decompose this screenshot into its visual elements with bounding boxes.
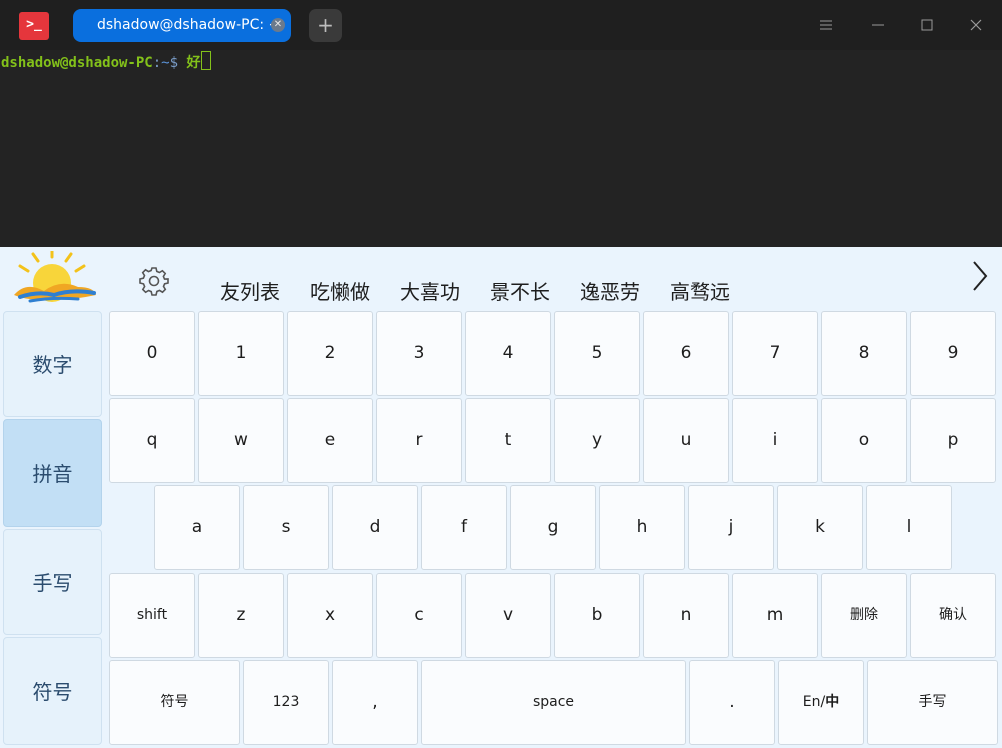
key-o[interactable]: o [821, 398, 907, 483]
key-6[interactable]: 6 [643, 311, 729, 396]
prompt-path: ~ [161, 55, 170, 71]
key-j[interactable]: j [688, 485, 774, 570]
key-1[interactable]: 1 [198, 311, 284, 396]
key-w[interactable]: w [198, 398, 284, 483]
key-k[interactable]: k [777, 485, 863, 570]
key-z[interactable]: z [198, 573, 284, 658]
prompt-user: dshadow@dshadow-PC [1, 55, 153, 71]
tab-terminal[interactable]: dshadow@dshadow-PC: ~ ✕ [73, 9, 291, 42]
key-4[interactable]: 4 [465, 311, 551, 396]
key-space[interactable]: space [421, 660, 686, 745]
candidate-3[interactable]: 大喜功 [400, 277, 460, 307]
key-7[interactable]: 7 [732, 311, 818, 396]
terminal-body[interactable] [0, 50, 1002, 247]
key-f[interactable]: f [421, 485, 507, 570]
key-123[interactable]: 123 [243, 660, 329, 745]
ime-panel: 友列表 吃懒做 大喜功 景不长 逸恶劳 高骛远 数字 拼音 手写 符号 0123… [0, 247, 1002, 748]
key-c[interactable]: c [376, 573, 462, 658]
key-5[interactable]: 5 [554, 311, 640, 396]
key-h[interactable]: h [599, 485, 685, 570]
key-2[interactable]: 2 [287, 311, 373, 396]
key-period[interactable]: . [689, 660, 775, 745]
key-comma[interactable]: , [332, 660, 418, 745]
candidate-4[interactable]: 景不长 [490, 277, 550, 307]
mode-symbols-button[interactable]: 符号 [3, 637, 102, 745]
typed-input: 好 [186, 55, 201, 71]
tab-title: dshadow@dshadow-PC: ~ [97, 17, 281, 33]
key-shift[interactable]: shift [109, 573, 195, 658]
key-g[interactable]: g [510, 485, 596, 570]
title-bar: >_ dshadow@dshadow-PC: ~ ✕ + [0, 0, 1002, 50]
key-handwriting[interactable]: 手写 [867, 660, 998, 745]
key-0[interactable]: 0 [109, 311, 195, 396]
key-l[interactable]: l [866, 485, 952, 570]
text-cursor [201, 51, 212, 70]
key-lang-toggle[interactable]: En/中 [778, 660, 864, 745]
key-y[interactable]: y [554, 398, 640, 483]
lang-en-label: En/ [802, 694, 826, 710]
mode-pinyin-button[interactable]: 拼音 [3, 419, 102, 527]
prompt-symbol: $ [169, 55, 179, 71]
key-confirm[interactable]: 确认 [910, 573, 996, 658]
candidate-6[interactable]: 高骛远 [670, 277, 730, 307]
candidate-1[interactable]: 友列表 [220, 277, 280, 307]
key-3[interactable]: 3 [376, 311, 462, 396]
key-9[interactable]: 9 [910, 311, 996, 396]
hamburger-menu-icon[interactable] [813, 12, 839, 38]
settings-gear-icon[interactable] [138, 265, 170, 297]
key-e[interactable]: e [287, 398, 373, 483]
key-s[interactable]: s [243, 485, 329, 570]
candidate-2[interactable]: 吃懒做 [310, 277, 370, 307]
close-icon[interactable]: ✕ [271, 18, 285, 32]
key-p[interactable]: p [910, 398, 996, 483]
lang-zh-label: 中 [825, 694, 840, 710]
key-i[interactable]: i [732, 398, 818, 483]
minimize-icon[interactable] [865, 12, 891, 38]
chevron-right-icon[interactable] [966, 259, 994, 293]
mode-numbers-button[interactable]: 数字 [3, 311, 102, 417]
key-v[interactable]: v [465, 573, 551, 658]
key-d[interactable]: d [332, 485, 418, 570]
close-window-icon[interactable] [963, 12, 989, 38]
key-8[interactable]: 8 [821, 311, 907, 396]
key-t[interactable]: t [465, 398, 551, 483]
key-r[interactable]: r [376, 398, 462, 483]
maximize-icon[interactable] [914, 12, 940, 38]
key-symbols[interactable]: 符号 [109, 660, 240, 745]
key-x[interactable]: x [287, 573, 373, 658]
key-n[interactable]: n [643, 573, 729, 658]
sun-cloud-logo-icon [14, 251, 96, 303]
key-delete[interactable]: 删除 [821, 573, 907, 658]
terminal-icon: >_ [19, 12, 49, 40]
prompt-separator: : [152, 55, 162, 71]
mode-handwriting-button[interactable]: 手写 [3, 529, 102, 635]
key-b[interactable]: b [554, 573, 640, 658]
new-tab-button[interactable]: + [309, 9, 342, 42]
key-m[interactable]: m [732, 573, 818, 658]
key-q[interactable]: q [109, 398, 195, 483]
key-u[interactable]: u [643, 398, 729, 483]
prompt-line: dshadow@dshadow-PC:~$ 好 [1, 51, 212, 73]
key-a[interactable]: a [154, 485, 240, 570]
candidate-5[interactable]: 逸恶劳 [580, 277, 640, 307]
